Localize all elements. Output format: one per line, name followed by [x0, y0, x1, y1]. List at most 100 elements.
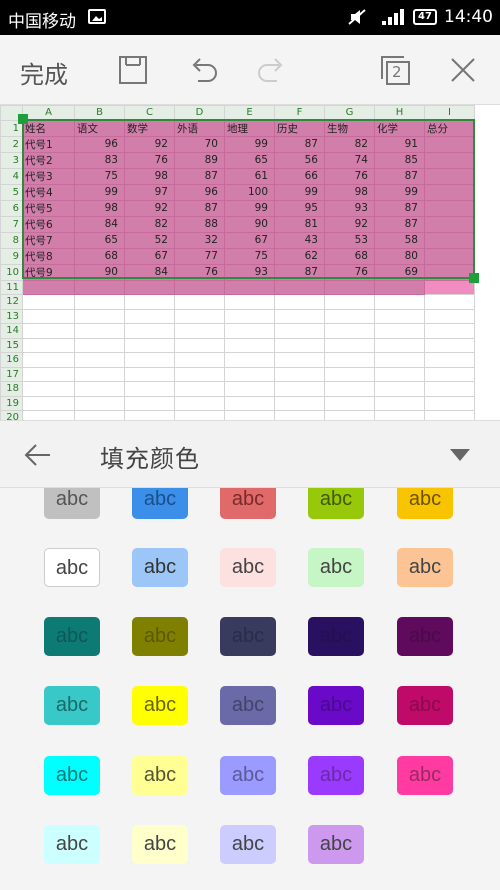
cell[interactable] [324, 381, 375, 397]
cell[interactable]: 姓名 [22, 119, 75, 137]
cell[interactable] [424, 323, 475, 339]
cell[interactable] [124, 308, 175, 324]
color-swatch[interactable]: abc [132, 825, 188, 864]
row-header[interactable]: 10 [0, 263, 23, 281]
cell[interactable] [224, 381, 275, 397]
redo-icon[interactable] [255, 53, 289, 87]
cell[interactable]: 85 [374, 151, 425, 169]
cell[interactable]: 代号9 [22, 263, 75, 281]
cell[interactable]: 52 [124, 231, 175, 249]
color-swatch[interactable]: abc [220, 686, 276, 725]
cell[interactable]: 70 [174, 135, 225, 153]
cell[interactable]: 93 [224, 263, 275, 281]
cell[interactable] [424, 151, 475, 169]
cell[interactable]: 87 [274, 135, 325, 153]
cell[interactable] [424, 294, 475, 310]
cell[interactable]: 91 [374, 135, 425, 153]
cell[interactable] [324, 337, 375, 353]
column-header[interactable]: I [424, 105, 475, 121]
cell[interactable] [224, 366, 275, 382]
cell[interactable] [424, 167, 475, 185]
row-header[interactable]: 14 [0, 323, 23, 339]
cell[interactable] [74, 352, 125, 368]
cell[interactable]: 代号1 [22, 135, 75, 153]
cell[interactable]: 65 [224, 151, 275, 169]
cell[interactable]: 87 [374, 199, 425, 217]
cell[interactable]: 生物 [324, 119, 375, 137]
selection-start-handle[interactable] [18, 114, 28, 124]
save-icon[interactable] [116, 53, 150, 87]
cell[interactable] [22, 294, 75, 310]
cell[interactable] [22, 308, 75, 324]
cell[interactable] [424, 410, 475, 420]
row-header[interactable]: 18 [0, 381, 23, 397]
cell[interactable] [74, 366, 125, 382]
cell[interactable] [174, 381, 225, 397]
cell[interactable] [174, 308, 225, 324]
cell[interactable]: 93 [324, 199, 375, 217]
cell[interactable]: 代号3 [22, 167, 75, 185]
cell[interactable] [324, 323, 375, 339]
cell[interactable] [224, 308, 275, 324]
cell[interactable]: 89 [174, 151, 225, 169]
cell[interactable]: 75 [224, 247, 275, 265]
cell[interactable] [224, 294, 275, 310]
cell[interactable] [174, 337, 225, 353]
cell[interactable] [424, 183, 475, 201]
cell[interactable]: 84 [124, 263, 175, 281]
color-swatch[interactable]: abc [132, 686, 188, 725]
cell[interactable]: 68 [324, 247, 375, 265]
column-header[interactable]: F [274, 105, 325, 121]
cell[interactable]: 83 [74, 151, 125, 169]
cell[interactable]: 87 [174, 167, 225, 185]
cell[interactable] [74, 337, 125, 353]
cell[interactable] [74, 395, 125, 411]
cell[interactable] [324, 294, 375, 310]
color-swatch[interactable]: abc [132, 756, 188, 795]
color-swatch[interactable]: abc [220, 756, 276, 795]
cell[interactable] [424, 135, 475, 153]
cell[interactable] [22, 279, 75, 295]
cell[interactable]: 98 [74, 199, 125, 217]
cell[interactable] [22, 352, 75, 368]
cell[interactable]: 总分 [424, 119, 475, 137]
spreadsheet-grid[interactable]: A B C D E F G H I 1 姓名 语文 数学 外语 地理 历史 生物 化学 总分 2 代号1 96 92 70 99… [0, 105, 500, 420]
cell[interactable] [274, 381, 325, 397]
color-swatch[interactable]: abc [132, 488, 188, 519]
color-swatch[interactable]: abc [44, 756, 100, 795]
cell[interactable]: 77 [174, 247, 225, 265]
cell[interactable]: 80 [374, 247, 425, 265]
cell[interactable] [22, 337, 75, 353]
color-swatch[interactable]: abc [220, 488, 276, 519]
cell[interactable] [424, 263, 475, 281]
cell[interactable] [224, 337, 275, 353]
cell[interactable] [174, 366, 225, 382]
row-header[interactable]: 5 [0, 183, 23, 201]
row-header[interactable]: 13 [0, 308, 23, 324]
cell[interactable] [124, 294, 175, 310]
cell[interactable]: 65 [74, 231, 125, 249]
cell[interactable]: 75 [74, 167, 125, 185]
cell-table[interactable]: A B C D E F G H I 1 姓名 语文 数学 外语 地理 历史 生物 化学 总分 2 代号1 96 92 70 99… [0, 105, 475, 420]
cell[interactable] [74, 323, 125, 339]
cell[interactable] [274, 410, 325, 420]
cell[interactable]: 43 [274, 231, 325, 249]
cell[interactable] [424, 366, 475, 382]
cell[interactable] [22, 395, 75, 411]
color-swatch[interactable]: abc [44, 686, 100, 725]
cell[interactable]: 地理 [224, 119, 275, 137]
cell[interactable]: 88 [174, 215, 225, 233]
cell[interactable] [174, 410, 225, 420]
cell[interactable] [124, 366, 175, 382]
cell[interactable] [274, 395, 325, 411]
cell[interactable] [174, 279, 225, 295]
cell[interactable] [274, 308, 325, 324]
cell[interactable] [274, 337, 325, 353]
color-swatch[interactable]: abc [308, 686, 364, 725]
color-swatch[interactable]: abc [397, 756, 453, 795]
cell[interactable]: 100 [224, 183, 275, 201]
cell[interactable]: 99 [224, 199, 275, 217]
cell[interactable]: 99 [374, 183, 425, 201]
cell[interactable]: 66 [274, 167, 325, 185]
back-arrow-icon[interactable] [22, 439, 54, 471]
